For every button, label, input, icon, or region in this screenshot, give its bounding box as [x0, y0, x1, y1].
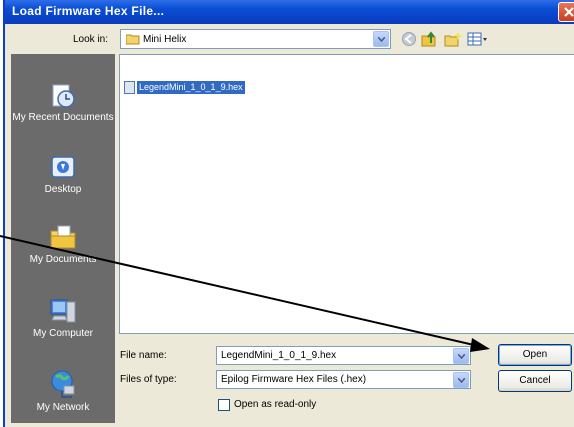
annotation-arrow: [0, 235, 490, 352]
